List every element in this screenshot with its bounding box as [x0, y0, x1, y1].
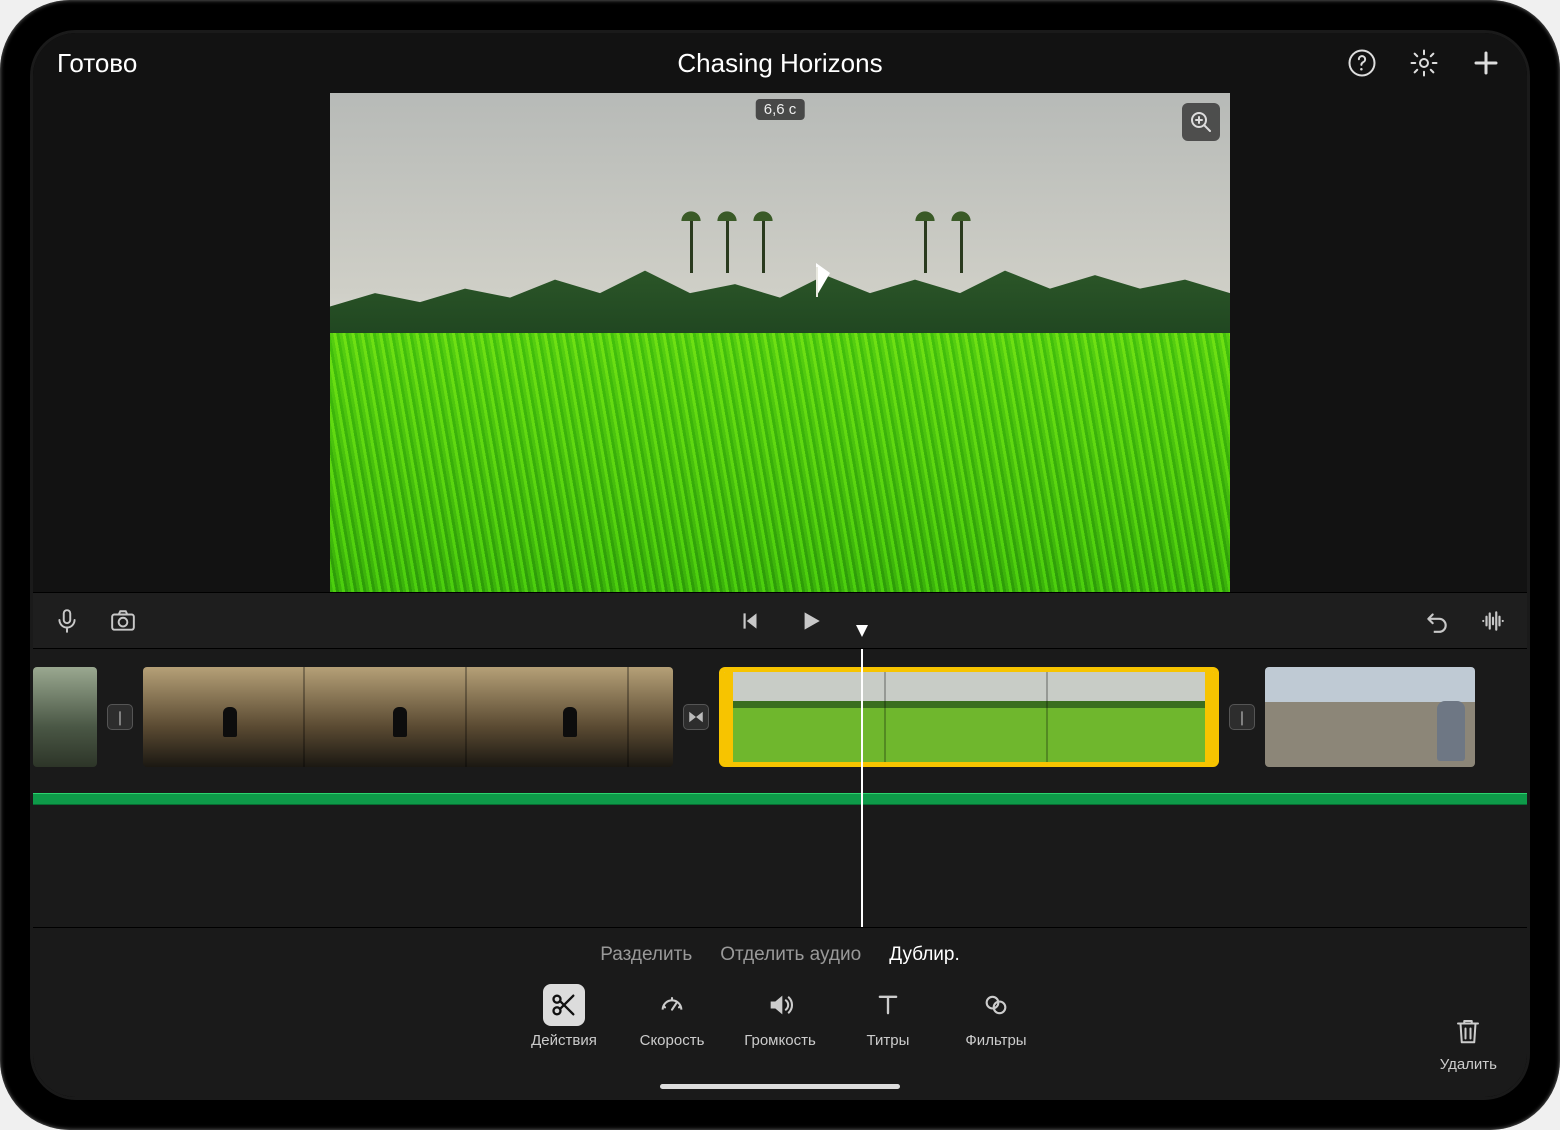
play-icon[interactable]: [794, 605, 826, 637]
audio-track[interactable]: [33, 793, 1527, 805]
speaker-icon: [759, 984, 801, 1026]
tool-filters[interactable]: Фильтры: [960, 984, 1032, 1049]
clip-4[interactable]: [1265, 667, 1475, 767]
transition-crossfade-icon[interactable]: [683, 704, 709, 730]
playhead[interactable]: [861, 649, 863, 927]
scissors-icon: [543, 984, 585, 1026]
project-title: Chasing Horizons: [677, 48, 882, 79]
tool-label: Скорость: [640, 1032, 705, 1049]
transition-marker[interactable]: ❘: [107, 704, 133, 730]
flag-decoration: [816, 263, 830, 297]
delete-label: Удалить: [1440, 1056, 1497, 1073]
clip-actions-row: Разделить Отделить аудио Дублир.: [600, 944, 960, 966]
detach-audio-action[interactable]: Отделить аудио: [720, 944, 861, 966]
help-icon[interactable]: [1345, 46, 1379, 80]
tool-volume[interactable]: Громкость: [744, 984, 816, 1049]
clip-3-selected[interactable]: [719, 667, 1219, 767]
delete-button[interactable]: Удалить: [1440, 1014, 1497, 1073]
tools-row: Действия Скорость Громкость: [528, 984, 1032, 1049]
microphone-icon[interactable]: [51, 605, 83, 637]
magnifier-plus-icon[interactable]: [1182, 103, 1220, 141]
tool-label: Действия: [531, 1032, 597, 1049]
transport-bar: [33, 593, 1527, 649]
preview-viewer: 6,6 c: [33, 93, 1527, 593]
split-action[interactable]: Разделить: [600, 944, 692, 966]
tool-actions[interactable]: Действия: [528, 984, 600, 1049]
clip-2[interactable]: [143, 667, 673, 767]
timeline[interactable]: ❘ ❘: [33, 649, 1527, 927]
preview-frame[interactable]: 6,6 c: [330, 93, 1230, 592]
duplicate-action[interactable]: Дублир.: [889, 944, 960, 966]
undo-icon[interactable]: [1421, 605, 1453, 637]
tool-label: Громкость: [744, 1032, 816, 1049]
camera-icon[interactable]: [107, 605, 139, 637]
waveform-icon[interactable]: [1477, 605, 1509, 637]
tool-titles[interactable]: Титры: [852, 984, 924, 1049]
home-indicator[interactable]: [660, 1084, 900, 1089]
video-track[interactable]: ❘ ❘: [33, 667, 1527, 767]
top-bar: Готово Chasing Horizons: [33, 33, 1527, 93]
done-button[interactable]: Готово: [57, 48, 137, 79]
timecode-badge: 6,6 c: [756, 99, 805, 120]
tool-label: Титры: [867, 1032, 910, 1049]
transition-marker[interactable]: ❘: [1229, 704, 1255, 730]
tool-speed[interactable]: Скорость: [636, 984, 708, 1049]
inspector-panel: Разделить Отделить аудио Дублир. Действи…: [33, 927, 1527, 1097]
clip-1[interactable]: [33, 667, 97, 767]
gear-icon[interactable]: [1407, 46, 1441, 80]
circles-icon: [975, 984, 1017, 1026]
trash-icon: [1453, 1014, 1483, 1052]
skip-back-icon[interactable]: [734, 605, 766, 637]
plus-icon[interactable]: [1469, 46, 1503, 80]
tool-label: Фильтры: [965, 1032, 1026, 1049]
speedometer-icon: [651, 984, 693, 1026]
text-icon: [867, 984, 909, 1026]
